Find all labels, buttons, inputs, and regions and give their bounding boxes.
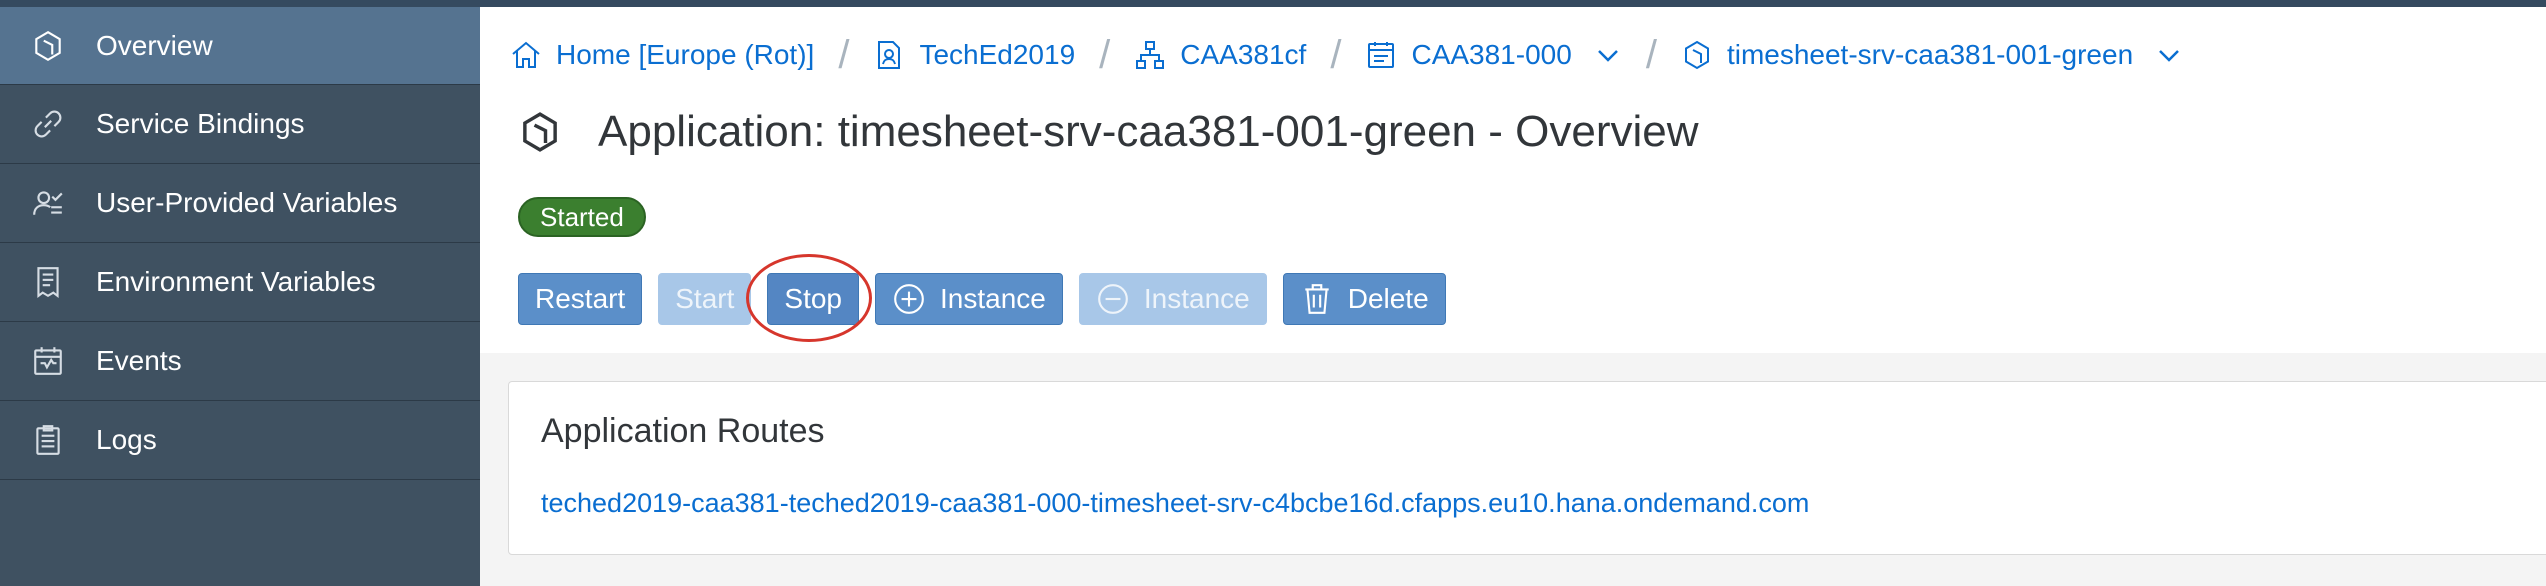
remove-circle-icon [1097, 284, 1128, 314]
breadcrumb-global-account[interactable]: TechEd2019 [873, 39, 1075, 71]
button-label: Start [675, 283, 735, 314]
breadcrumb-subaccount[interactable]: CAA381cf [1134, 39, 1306, 71]
application-routes-card: Application Routes teched2019-caa381-tec… [508, 381, 2546, 555]
breadcrumb-label: CAA381cf [1180, 39, 1307, 70]
document-icon [0, 265, 96, 299]
cube-icon [523, 112, 557, 152]
breadcrumb-separator: / [1099, 32, 1111, 77]
button-label: Stop [784, 283, 842, 314]
org-icon [1136, 41, 1165, 69]
breadcrumb-application[interactable]: timesheet-srv-caa381-001-green [1681, 39, 2183, 71]
sidebar-item-label: User-Provided Variables [96, 187, 398, 218]
user-settings-icon [0, 186, 96, 220]
chevron-down-icon[interactable] [1594, 41, 1622, 69]
remove-instance-button[interactable]: Instance [1078, 273, 1267, 325]
button-label: Instance [1143, 283, 1250, 314]
page-title: Application: timesheet-srv-caa381-001-gr… [598, 107, 1699, 156]
main-content: Home [Europe (Rot)] / TechEd2019 / CAA38… [480, 7, 2546, 586]
breadcrumb-space[interactable]: CAA381-000 [1365, 39, 1621, 71]
sidebar-item-events[interactable]: Events [0, 322, 480, 401]
sidebar-item-label: Overview [96, 29, 213, 61]
status-badge: Started [518, 197, 646, 237]
sidebar-item-environment-variables[interactable]: Environment Variables [0, 243, 480, 322]
add-instance-button[interactable]: Instance [875, 273, 1063, 325]
breadcrumb-label: timesheet-srv-caa381-001-green [1726, 39, 2134, 70]
breadcrumb-label: TechEd2019 [919, 39, 1076, 70]
sidebar-item-user-provided-variables[interactable]: User-Provided Variables [0, 164, 480, 243]
sidebar-item-label: Service Bindings [96, 108, 305, 139]
top-bar [0, 0, 2546, 7]
restart-button[interactable]: Restart [518, 273, 643, 325]
section-title: Application Routes [541, 412, 825, 450]
breadcrumb-separator: / [838, 32, 850, 77]
start-button[interactable]: Start [658, 273, 752, 325]
clipboard-icon [0, 423, 96, 457]
breadcrumb-separator: / [1330, 32, 1342, 77]
sidebar-item-label: Logs [96, 424, 157, 455]
breadcrumb: Home [Europe (Rot)] / TechEd2019 / CAA38… [510, 25, 2183, 85]
breadcrumb-label: CAA381-000 [1411, 39, 1572, 70]
sidebar-item-label: Events [96, 345, 182, 376]
link-icon [0, 107, 96, 141]
home-icon [512, 41, 540, 68]
trash-icon [1305, 284, 1329, 314]
toolbar: Restart Start Stop Instance Instance Del… [518, 254, 1462, 342]
route-link[interactable]: teched2019-caa381-teched2019-caa381-000-… [541, 488, 1809, 519]
sidebar: Overview Service Bindings User-Provided … [0, 7, 480, 586]
cube-icon [1684, 40, 1709, 70]
cube-icon [0, 29, 96, 63]
stop-button[interactable]: Stop [746, 254, 873, 342]
breadcrumb-label: Home [Europe (Rot)] [556, 39, 815, 70]
sidebar-item-service-bindings[interactable]: Service Bindings [0, 85, 480, 164]
page-header: Application: timesheet-srv-caa381-001-gr… [518, 107, 1699, 157]
button-label: Delete [1347, 283, 1429, 314]
add-circle-icon [894, 284, 924, 314]
sidebar-item-label: Environment Variables [96, 266, 376, 297]
button-label: Instance [940, 283, 1046, 314]
calendar-icon [0, 344, 96, 378]
breadcrumb-home[interactable]: Home [Europe (Rot)] [510, 39, 814, 71]
chevron-down-icon[interactable] [2155, 41, 2183, 69]
sidebar-item-logs[interactable]: Logs [0, 401, 480, 480]
delete-button[interactable]: Delete [1282, 273, 1446, 325]
breadcrumb-separator: / [1645, 32, 1657, 77]
space-icon [1368, 42, 1395, 68]
sidebar-item-overview[interactable]: Overview [0, 7, 480, 85]
button-label: Restart [535, 283, 626, 314]
global-account-icon [878, 41, 901, 69]
